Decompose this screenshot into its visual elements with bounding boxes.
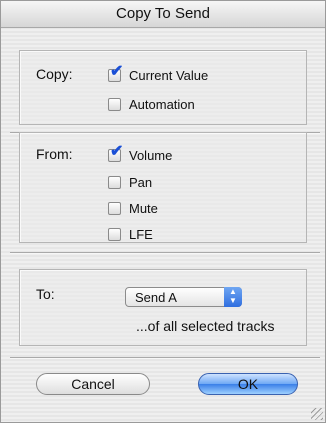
checkbox-volume[interactable]: ✔ Volume (108, 143, 173, 164)
to-label: To: (36, 286, 55, 302)
separator (10, 252, 320, 254)
checkbox-label: Pan (129, 174, 153, 190)
separator (10, 357, 320, 359)
dialog-title: Copy To Send (1, 1, 325, 28)
checkbox-mute[interactable]: Mute (108, 199, 158, 217)
checkbox[interactable] (108, 227, 121, 241)
checkbox[interactable]: ✔ (108, 143, 123, 162)
checkbox-label: Volume (129, 147, 173, 163)
checkbox-label: LFE (129, 226, 153, 242)
checkbox[interactable] (108, 97, 121, 111)
resize-grip-icon[interactable] (311, 408, 323, 420)
checkmark-icon: ✔ (110, 142, 124, 160)
selected-tracks-text: ...of all selected tracks (136, 318, 275, 334)
from-label: From: (36, 146, 73, 162)
copy-to-send-dialog: Copy To Send Copy: ✔ Current Value Autom… (0, 0, 326, 423)
checkbox-label: Mute (129, 200, 158, 216)
checkbox[interactable] (108, 175, 121, 189)
copy-group: Copy: ✔ Current Value Automation (19, 50, 307, 125)
popup-arrows-icon: ▲ ▼ (224, 287, 242, 307)
checkbox[interactable]: ✔ (108, 63, 123, 82)
send-popup-menu[interactable]: Send A ▲ ▼ (125, 287, 242, 307)
checkbox[interactable] (108, 201, 121, 215)
checkbox-lfe[interactable]: LFE (108, 225, 153, 243)
checkbox-current-value[interactable]: ✔ Current Value (108, 63, 209, 84)
send-popup-value: Send A (135, 290, 177, 305)
from-group: From: ✔ Volume Pan Mute LFE (19, 132, 307, 243)
checkbox-label: Current Value (129, 67, 209, 83)
ok-button[interactable]: OK (198, 373, 298, 395)
checkbox-automation[interactable]: Automation (108, 95, 195, 113)
copy-label: Copy: (36, 66, 73, 82)
checkbox-pan[interactable]: Pan (108, 173, 152, 191)
cancel-button[interactable]: Cancel (36, 373, 150, 395)
to-group: To: (19, 269, 307, 346)
checkbox-label: Automation (129, 96, 195, 112)
checkmark-icon: ✔ (110, 62, 124, 80)
